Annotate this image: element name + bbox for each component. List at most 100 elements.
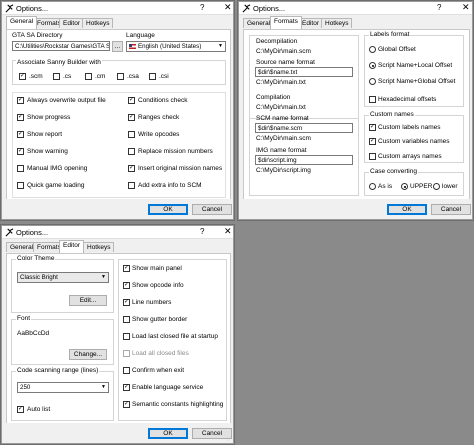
source-name-format-input[interactable]: $dir\$name.txt bbox=[255, 67, 353, 77]
custom-labels-label: Custom labels names bbox=[378, 124, 441, 131]
show-main-panel-checkbox[interactable]: ✓ bbox=[123, 265, 130, 272]
ext-cs-label: .cs bbox=[63, 73, 72, 80]
ok-button[interactable]: OK bbox=[148, 428, 188, 439]
name-local-offset-radio[interactable] bbox=[369, 62, 376, 69]
code-scanning-group: Code scanning range (lines) 250 ▼ ✓ Auto… bbox=[11, 367, 114, 421]
cancel-button[interactable]: Cancel bbox=[431, 204, 471, 215]
img-name-format-input[interactable]: $dir\script.img bbox=[255, 155, 353, 165]
custom-labels-checkbox[interactable]: ✓ bbox=[369, 124, 376, 131]
custom-variables-checkbox[interactable]: ✓ bbox=[369, 138, 376, 145]
help-button[interactable]: ? bbox=[200, 3, 204, 12]
tab-editor[interactable]: Editor bbox=[59, 240, 84, 253]
associate-group: Associate Sanny Builder with ✓ .scm .cs … bbox=[12, 59, 226, 85]
show-opcode-info-checkbox[interactable]: ✓ bbox=[123, 282, 130, 289]
replace-mission-checkbox[interactable] bbox=[128, 148, 135, 155]
global-offset-radio[interactable] bbox=[369, 46, 376, 53]
language-service-checkbox[interactable]: ✓ bbox=[123, 384, 130, 391]
hex-offsets-checkbox[interactable] bbox=[369, 96, 376, 103]
language-select[interactable]: English (United States) ▼ bbox=[126, 41, 226, 52]
close-button[interactable]: ✕ bbox=[224, 226, 232, 237]
semantic-highlighting-label: Semantic constants highlighting bbox=[132, 401, 224, 408]
extra-info-checkbox[interactable] bbox=[128, 182, 135, 189]
case-converting-group: Case converting As is UPPER lower bbox=[364, 168, 464, 196]
gutter-border-checkbox[interactable] bbox=[123, 316, 130, 323]
edit-theme-button[interactable]: Edit... bbox=[69, 295, 107, 306]
ok-button[interactable]: OK bbox=[148, 204, 188, 215]
help-button[interactable]: ? bbox=[437, 3, 441, 12]
close-button[interactable]: ✕ bbox=[224, 2, 232, 13]
name-global-offset-radio[interactable] bbox=[369, 78, 376, 85]
compilation-value: C:\MyDir\main.txt bbox=[256, 104, 306, 111]
semantic-highlighting-checkbox[interactable]: ✓ bbox=[123, 401, 130, 408]
img-name-preview: C:\MyDir\script.img bbox=[256, 167, 311, 174]
ext-cm-checkbox[interactable] bbox=[85, 73, 92, 80]
conditions-check-checkbox[interactable]: ✓ bbox=[128, 97, 135, 104]
ok-button[interactable]: OK bbox=[387, 204, 427, 215]
ext-csa-checkbox[interactable] bbox=[117, 73, 124, 80]
cancel-button[interactable]: Cancel bbox=[192, 428, 232, 439]
case-as-is-radio[interactable] bbox=[369, 183, 376, 190]
quick-load-checkbox[interactable] bbox=[17, 182, 24, 189]
auto-list-checkbox[interactable]: ✓ bbox=[17, 406, 24, 413]
tab-hotkeys[interactable]: Hotkeys bbox=[321, 18, 353, 28]
code-scanning-select[interactable]: 250 ▼ bbox=[17, 382, 109, 393]
show-warning-label: Show warning bbox=[27, 148, 68, 155]
custom-names-title: Custom names bbox=[369, 111, 415, 118]
write-opcodes-checkbox[interactable] bbox=[128, 131, 135, 138]
scm-name-format-input[interactable]: $dir\$name.scm bbox=[255, 123, 353, 133]
overwrite-checkbox[interactable]: ✓ bbox=[17, 97, 24, 104]
compilation-group: Compilation C:\MyDir\main.txt SCM name f… bbox=[249, 90, 359, 196]
title-bar[interactable]: Options... ? ✕ bbox=[2, 2, 233, 15]
show-warning-checkbox[interactable]: ✓ bbox=[17, 148, 24, 155]
ext-cs-checkbox[interactable] bbox=[53, 73, 60, 80]
title-bar[interactable]: Options... ? ✕ bbox=[239, 2, 472, 15]
quick-load-label: Quick game loading bbox=[27, 182, 85, 189]
editor-panel: Color Theme Classic Bright ▼ Edit... Fon… bbox=[6, 253, 231, 425]
load-last-closed-checkbox[interactable] bbox=[123, 333, 130, 340]
ext-scm-checkbox[interactable]: ✓ bbox=[19, 73, 26, 80]
change-font-button[interactable]: Change... bbox=[69, 349, 107, 360]
write-opcodes-label: Write opcodes bbox=[138, 131, 180, 138]
dialog-footer: OK Cancel bbox=[239, 199, 472, 219]
tab-editor[interactable]: Editor bbox=[59, 18, 84, 28]
cancel-button[interactable]: Cancel bbox=[192, 204, 232, 215]
dialog-footer: OK Cancel ⋰ bbox=[2, 423, 233, 443]
options-window-formats: Options... ? ✕ General Formats Editor Ho… bbox=[238, 1, 473, 220]
confirm-exit-label: Confirm when exit bbox=[132, 367, 185, 374]
color-theme-select[interactable]: Classic Bright ▼ bbox=[17, 272, 109, 283]
close-button[interactable]: ✕ bbox=[462, 2, 470, 13]
gta-dir-input[interactable]: C:\Utilities\Rockstar Games\GTA S... bbox=[12, 41, 110, 51]
replace-mission-label: Replace mission numbers bbox=[138, 148, 213, 155]
source-name-preview: C:\MyDir\main.txt bbox=[256, 79, 306, 86]
show-progress-label: Show progress bbox=[27, 114, 71, 121]
options-window-general: Options... ? ✕ General Formats Editor Ho… bbox=[1, 1, 234, 220]
line-numbers-label: Line numbers bbox=[132, 299, 172, 306]
insert-names-checkbox[interactable]: ✓ bbox=[128, 165, 135, 172]
line-numbers-checkbox[interactable]: ✓ bbox=[123, 299, 130, 306]
help-button[interactable]: ? bbox=[200, 227, 204, 236]
conditions-check-label: Conditions check bbox=[138, 97, 188, 104]
show-progress-checkbox[interactable]: ✓ bbox=[17, 114, 24, 121]
case-lower-radio[interactable] bbox=[433, 183, 440, 190]
compilation-label: Compilation bbox=[256, 94, 291, 101]
ranges-check-checkbox[interactable]: ✓ bbox=[128, 114, 135, 121]
name-local-offset-label: Script Name+Local Offset bbox=[378, 62, 453, 69]
tab-formats[interactable]: Formats bbox=[270, 16, 302, 29]
browse-button[interactable]: ... bbox=[112, 41, 123, 52]
global-offset-label: Global Offset bbox=[378, 46, 416, 53]
manual-img-checkbox[interactable] bbox=[17, 165, 24, 172]
case-upper-radio[interactable] bbox=[401, 183, 408, 190]
confirm-exit-checkbox[interactable] bbox=[123, 367, 130, 374]
title-bar[interactable]: Options... ? ✕ bbox=[2, 226, 233, 239]
show-report-checkbox[interactable]: ✓ bbox=[17, 131, 24, 138]
custom-arrays-checkbox[interactable] bbox=[369, 153, 376, 160]
code-scanning-title: Code scanning range (lines) bbox=[16, 367, 100, 374]
tab-hotkeys[interactable]: Hotkeys bbox=[83, 242, 115, 252]
font-sample: AaBbCcDd bbox=[17, 330, 50, 337]
case-as-is-label: As is bbox=[378, 183, 393, 190]
ext-cm-label: .cm bbox=[95, 73, 106, 80]
resize-grip-icon[interactable]: ⋰ bbox=[227, 436, 232, 442]
tab-general[interactable]: General bbox=[6, 16, 38, 29]
ext-csi-checkbox[interactable] bbox=[149, 73, 156, 80]
tab-hotkeys[interactable]: Hotkeys bbox=[82, 18, 114, 28]
